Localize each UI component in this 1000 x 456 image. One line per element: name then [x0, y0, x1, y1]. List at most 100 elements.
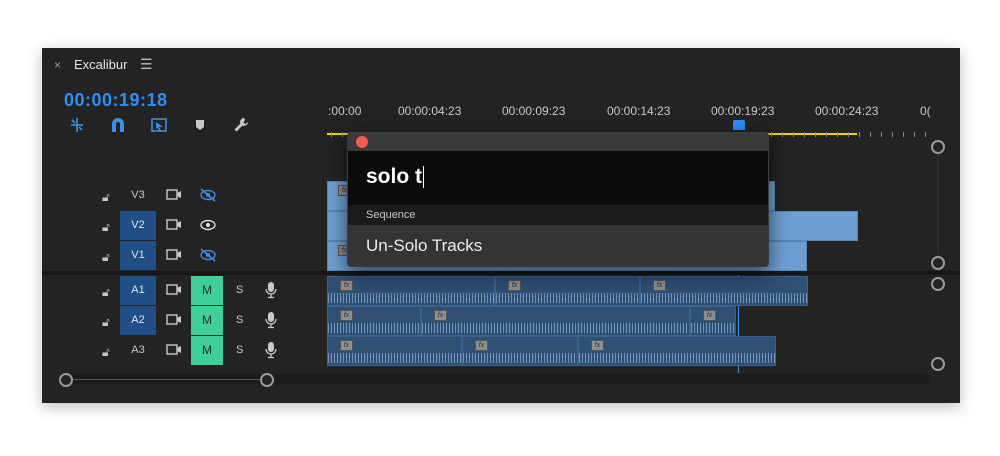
close-dot-icon[interactable] [356, 136, 368, 148]
fx-badge: fx [591, 340, 604, 351]
mute-button-a1[interactable]: M [191, 276, 223, 305]
popup-title-bar [348, 133, 768, 151]
eye-icon[interactable] [199, 218, 217, 237]
video-scroll-track[interactable] [937, 154, 939, 254]
audio-clip[interactable]: fx [327, 276, 495, 306]
horizontal-scroll-thumb[interactable] [66, 379, 266, 380]
fx-badge: fx [475, 340, 488, 351]
ruler-tick [925, 132, 926, 137]
microphone-icon[interactable] [265, 281, 277, 304]
ruler-tick [331, 132, 332, 137]
ruler-label: 00:00:14:23 [607, 104, 671, 118]
audio-clip[interactable]: fx [578, 336, 776, 366]
ruler-tick [914, 132, 915, 137]
sync-lock-icon[interactable] [166, 188, 182, 206]
search-query-text: solo t [366, 165, 422, 188]
sync-lock-icon[interactable] [166, 283, 182, 301]
lock-icon[interactable]: 🔓︎ [102, 313, 110, 331]
track-label-a1[interactable]: A1 [120, 276, 156, 305]
horizontal-zoom-knob-right[interactable] [260, 373, 274, 387]
result-category: Sequence [348, 205, 768, 225]
ruler-label: :00:00 [328, 104, 362, 118]
lock-icon[interactable]: 🔓︎ [102, 343, 110, 361]
wrench-icon[interactable] [230, 114, 252, 136]
audio-clip[interactable]: fx [495, 276, 640, 306]
linked-selection-icon[interactable] [148, 114, 170, 136]
horizontal-zoom-knob-left[interactable] [59, 373, 73, 387]
ruler-tick [892, 132, 893, 137]
audio-track-headers: 🔓︎ A1 M S 🔓︎ A2 M S 🔓︎ A3 M S [42, 276, 325, 366]
ruler-label: 00:00:09:23 [502, 104, 566, 118]
mute-button-a3[interactable]: M [191, 336, 223, 365]
ruler-label: 0( [920, 104, 931, 118]
track-label-v2[interactable]: V2 [120, 211, 156, 240]
sync-lock-icon[interactable] [166, 248, 182, 266]
track-label-v1[interactable]: V1 [120, 241, 156, 270]
solo-button-a3[interactable]: S [236, 344, 243, 356]
sequence-tab-title[interactable]: Excalibur [74, 57, 127, 72]
audio-clip[interactable]: fx [421, 306, 690, 336]
ruler-tick [793, 132, 794, 137]
track-label-a3[interactable]: A3 [120, 336, 156, 365]
video-zoom-knob-top[interactable] [931, 140, 945, 154]
command-search-popup: solo t Sequence Un-Solo Tracks [347, 132, 769, 267]
ruler-tick [342, 132, 343, 137]
video-track-headers: 🔓︎ V3 🔓︎ V2 🔓︎ V1 [42, 181, 325, 271]
command-search-input[interactable]: solo t [348, 151, 768, 205]
fx-badge: fx [340, 310, 353, 321]
ruler-tick [815, 132, 816, 137]
lock-icon[interactable]: 🔓︎ [102, 248, 110, 266]
sync-lock-icon[interactable] [166, 313, 182, 331]
video-zoom-knob-bottom[interactable] [931, 256, 945, 270]
audio-clip[interactable]: fx [690, 306, 736, 336]
ruler-tick [870, 132, 871, 137]
ruler-tick [771, 132, 772, 137]
fx-badge: fx [340, 280, 353, 291]
eye-hidden-icon[interactable] [199, 188, 217, 207]
fx-badge: fx [340, 340, 353, 351]
solo-button-a1[interactable]: S [236, 284, 243, 296]
track-label-v3[interactable]: V3 [120, 181, 156, 210]
lock-icon[interactable]: 🔓︎ [102, 218, 110, 236]
panel-menu-icon[interactable]: ☰ [140, 56, 153, 73]
solo-button-a2[interactable]: S [236, 314, 243, 326]
audio-zoom-knob-top[interactable] [931, 277, 945, 291]
ruler-tick [848, 132, 849, 137]
timeline-panel: × Excalibur ☰ 00:00:19:18 :00:00 00:00:0… [42, 48, 960, 403]
search-result-item[interactable]: Un-Solo Tracks [348, 225, 768, 266]
mute-button-a2[interactable]: M [191, 306, 223, 335]
track-divider[interactable] [42, 271, 960, 275]
microphone-icon[interactable] [265, 341, 277, 364]
ruler-label: 00:00:19:23 [711, 104, 775, 118]
sync-lock-icon[interactable] [166, 343, 182, 361]
sync-lock-icon[interactable] [166, 218, 182, 236]
ruler-label: 00:00:04:23 [398, 104, 462, 118]
result-category-label: Sequence [366, 209, 416, 221]
fx-badge: fx [703, 310, 716, 321]
audio-clip[interactable]: fx [462, 336, 578, 366]
microphone-icon[interactable] [265, 311, 277, 334]
ruler-label: 00:00:24:23 [815, 104, 879, 118]
search-result-label: Un-Solo Tracks [366, 236, 483, 255]
ruler-tick [903, 132, 904, 137]
ruler-tick [837, 132, 838, 137]
close-tab-icon[interactable]: × [54, 58, 61, 72]
fx-badge: fx [434, 310, 447, 321]
lock-icon[interactable]: 🔓︎ [102, 188, 110, 206]
playhead-timecode[interactable]: 00:00:19:18 [64, 90, 168, 111]
lock-icon[interactable]: 🔓︎ [102, 283, 110, 301]
audio-zoom-knob-bottom[interactable] [931, 357, 945, 371]
track-label-a2[interactable]: A2 [120, 306, 156, 335]
playhead-handle[interactable] [733, 120, 745, 130]
audio-clip[interactable]: fx [327, 336, 462, 366]
audio-clip[interactable]: fx [327, 306, 421, 336]
marker-icon[interactable] [189, 114, 211, 136]
ruler-tick [826, 132, 827, 137]
snap-nested-icon[interactable] [66, 114, 88, 136]
eye-hidden-icon[interactable] [199, 248, 217, 267]
fx-badge: fx [653, 280, 666, 291]
ruler-tick [881, 132, 882, 137]
text-caret [423, 166, 424, 189]
magnet-icon[interactable] [107, 114, 129, 136]
audio-clip[interactable]: fx [640, 276, 808, 306]
